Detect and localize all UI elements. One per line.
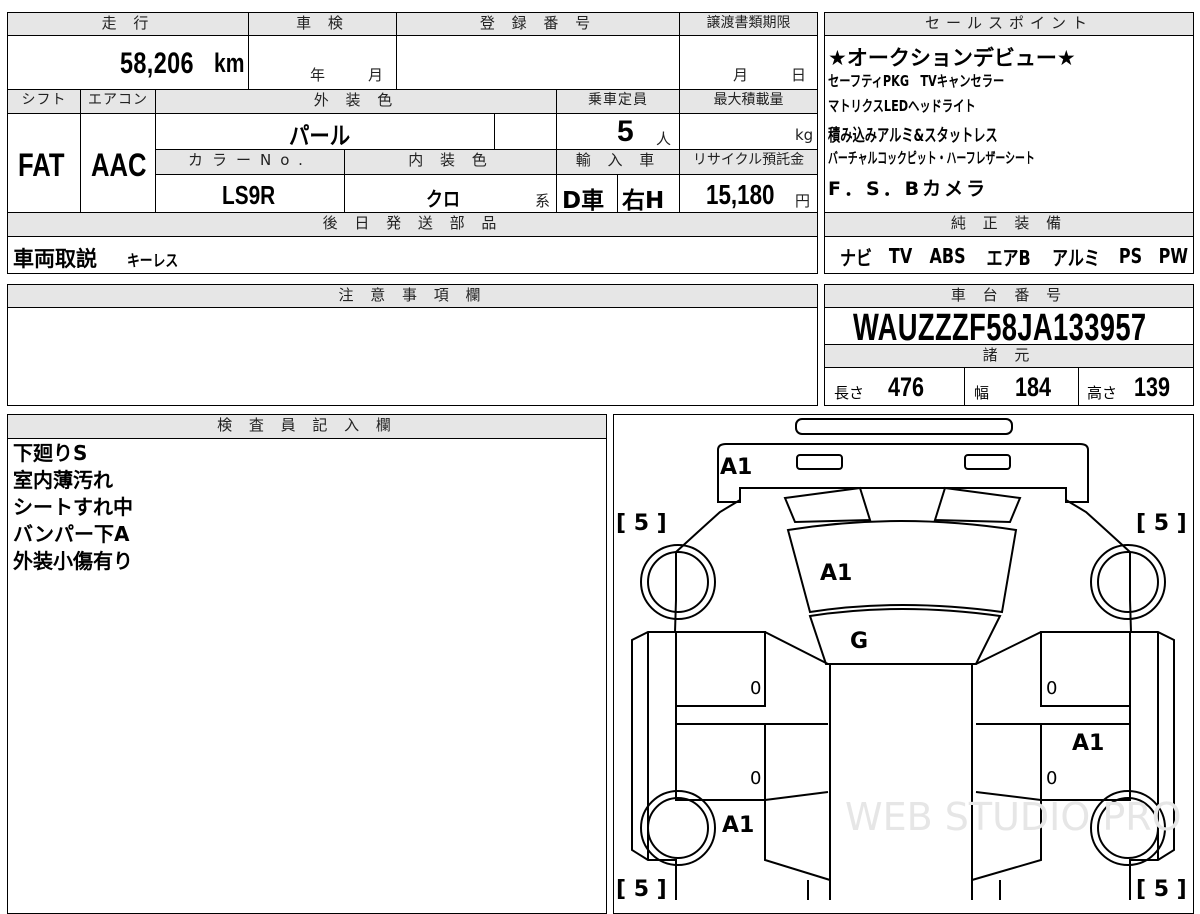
length-label: 長さ	[834, 384, 865, 402]
chassis-header: 車 台 番 号	[825, 285, 1193, 307]
later-parts-header: 後 日 発 送 部 品	[8, 213, 817, 236]
registration-number-header: 登 録 番 号	[397, 13, 679, 35]
mark-left-rear-fender: A1	[722, 813, 754, 838]
mark-front-bumper: A1	[720, 455, 752, 480]
windshield-outline	[808, 608, 1002, 665]
inspector-header: 検 査 員 記 入 欄	[8, 415, 606, 438]
mileage-value: 58,206	[120, 47, 194, 80]
sales-points-header: セールスポイント	[825, 13, 1193, 35]
inspector-note: 室内薄汚れ	[13, 468, 113, 492]
tire-front-right-label: [ 5 ]	[1136, 511, 1187, 536]
max-load-header: 最大積載量	[680, 90, 817, 113]
shift-value: FAT	[18, 147, 65, 183]
shaken-year-label: 年	[310, 66, 326, 84]
notes-header: 注 意 事 項 欄	[8, 285, 817, 307]
color-number-header: カラーNo.	[156, 150, 344, 174]
exterior-color-value: パール	[289, 122, 351, 150]
exterior-color-header: 外 装 色	[156, 90, 556, 113]
deadline-day-label: 日	[791, 66, 807, 84]
capacity-header: 乗車定員	[557, 90, 679, 113]
front-bumper-outline	[717, 443, 1089, 503]
aircon-header: エアコン	[81, 90, 155, 113]
mark-hood: A1	[820, 561, 852, 586]
length-value: 476	[888, 372, 925, 402]
mark-left-rear-door: 0	[750, 768, 761, 789]
wheel-front-right-outline	[1090, 544, 1166, 620]
headlight-left-outline	[783, 486, 872, 524]
sales-point-line: F．S．Bカメラ	[828, 178, 989, 200]
interior-color-value: クロ	[426, 187, 460, 211]
transfer-deadline-header: 譲渡書類期限	[680, 13, 817, 35]
inspector-note: 下廻りS	[13, 441, 88, 465]
height-value: 139	[1134, 372, 1171, 402]
steering-value: 右H	[622, 188, 665, 214]
later-parts-main: 車両取説	[13, 247, 97, 271]
equipment-item: TV	[889, 244, 913, 268]
equipment-item: PW	[1158, 244, 1189, 268]
equipment-item: エアB	[986, 245, 1031, 270]
mileage-header: 走 行	[8, 13, 248, 35]
capacity-value: 5	[617, 115, 634, 148]
inspector-note: 外装小傷有り	[13, 549, 133, 573]
aircon-value: AAC	[91, 147, 147, 183]
sales-point-line: 積み込みアルミ&スタットレス	[828, 126, 998, 146]
interior-color-header: 内 装 色	[345, 150, 556, 174]
tire-rear-right-label: [ 5 ]	[1136, 877, 1187, 900]
headlight-right-outline	[933, 486, 1022, 524]
roof-outline	[829, 663, 973, 900]
width-value: 184	[1015, 372, 1052, 402]
load-unit: kg	[795, 126, 814, 144]
tire-front-left-label: [ 5 ]	[616, 511, 667, 536]
fog-light-left-outline	[796, 454, 843, 470]
width-label: 幅	[974, 384, 990, 402]
deadline-month-label: 月	[733, 66, 749, 84]
later-parts-extra: キーレス	[127, 251, 179, 270]
spec-header: 諸 元	[825, 345, 1193, 367]
fog-light-right-outline	[964, 454, 1011, 470]
equipment-item: ナビ	[840, 245, 872, 270]
import-type-value: D車	[562, 188, 605, 214]
recycle-fee-header: リサイクル預託金	[680, 150, 817, 174]
watermark-text: WEB STUDIO PRO	[845, 795, 1182, 839]
tire-rear-left-label: [ 5 ]	[616, 877, 667, 900]
equipment-item: ABS	[929, 244, 967, 268]
recycle-fee-unit: 円	[795, 192, 811, 210]
import-header: 輸 入 車	[557, 150, 679, 174]
front-spoiler-outline	[795, 418, 1013, 435]
mark-right-rear-door-damage: A1	[1072, 731, 1104, 756]
mark-left-front-door: 0	[750, 678, 761, 699]
sales-point-line: マトリクスLEDヘッドライト	[828, 97, 976, 115]
wheel-front-left-outline	[640, 544, 716, 620]
sales-point-line: セーフティPKG TVキャンセラー	[828, 72, 1005, 90]
sales-point-line: ★オークションデビュー★	[828, 46, 1076, 70]
wheel-rear-left-outline	[640, 790, 716, 866]
interior-color-suffix: 系	[535, 192, 551, 210]
mark-right-front-door: 0	[1046, 678, 1057, 699]
recycle-fee-value: 15,180	[706, 179, 775, 210]
inspector-note: バンパー下A	[13, 522, 130, 546]
mark-windshield: G	[850, 629, 868, 654]
equipment-item: アルミ	[1052, 245, 1100, 270]
equipment-item: PS	[1118, 244, 1143, 268]
height-label: 高さ	[1087, 384, 1118, 402]
mileage-unit: km	[214, 48, 245, 78]
inspector-notes-list: 下廻りS 室内薄汚れ シートすれ中 バンパー下A 外装小傷有り	[13, 440, 133, 575]
genuine-equipment-header: 純 正 装 備	[825, 213, 1193, 236]
capacity-unit: 人	[656, 130, 672, 148]
shift-header: シフト	[8, 90, 80, 113]
sales-points-list: ★オークションデビュー★ セーフティPKG TVキャンセラー マトリクスLEDヘ…	[828, 42, 1190, 200]
sales-point-line: バーチャルコックピット・ハーフレザーシート	[828, 149, 1035, 167]
genuine-equipment-list: ナビ TV ABS エアB アルミ PS PW	[836, 240, 1192, 272]
mark-right-rear-door: 0	[1046, 768, 1057, 789]
shaken-month-label: 月	[368, 66, 384, 84]
car-diagram: [ 5 ] [ 5 ] [ 5 ] [ 5 ] A1 A1 G A1 A1 0 …	[616, 418, 1187, 900]
color-number-value: LS9R	[222, 180, 276, 210]
inspector-note: シートすれ中	[13, 495, 133, 519]
shaken-header: 車 検	[249, 13, 396, 35]
